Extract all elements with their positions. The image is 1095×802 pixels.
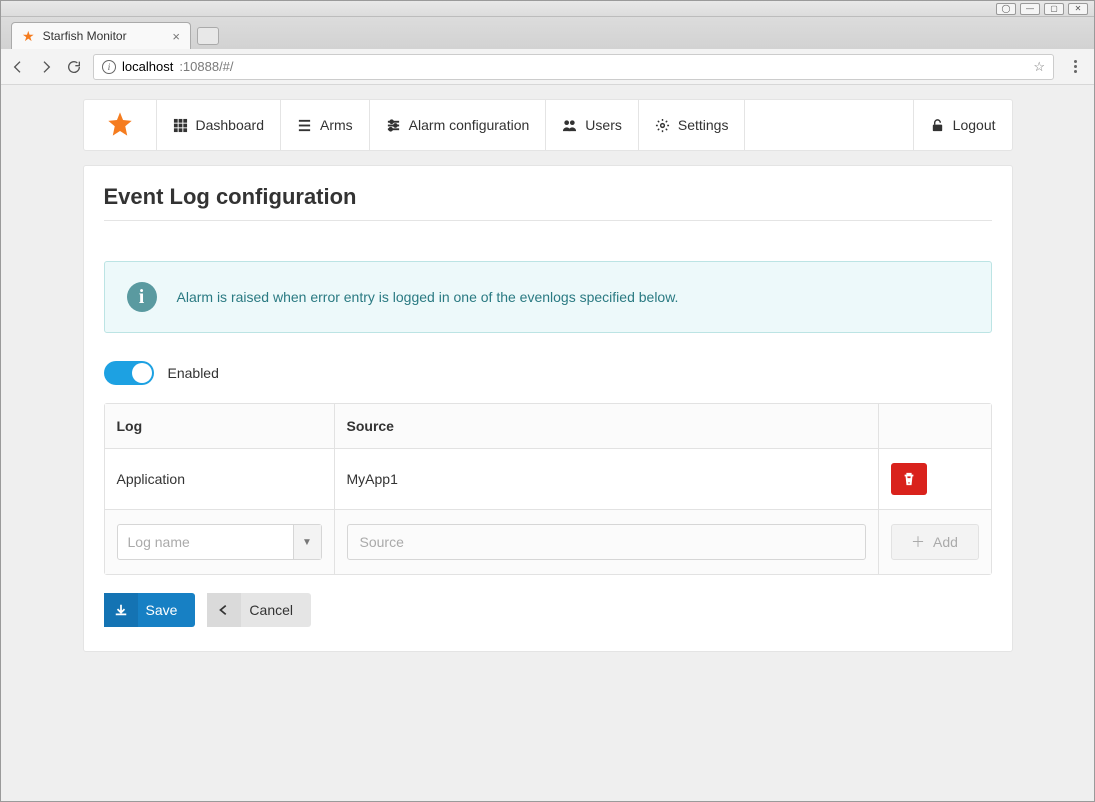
browser-menu-icon[interactable] (1064, 60, 1086, 73)
close-window-btn[interactable]: ✕ (1068, 3, 1088, 15)
add-button[interactable]: ＋ Add (891, 524, 979, 560)
nav-arms[interactable]: Arms (281, 100, 370, 150)
trash-icon (902, 472, 916, 486)
info-alert: i Alarm is raised when error entry is lo… (104, 261, 992, 333)
nav-users-label: Users (585, 117, 622, 133)
header-actions (879, 404, 991, 449)
url-rest: :10888/#/ (179, 59, 233, 74)
list-icon (297, 118, 312, 133)
users-icon (562, 118, 577, 133)
gear-icon (655, 118, 670, 133)
cancel-button-label: Cancel (241, 602, 311, 618)
info-alert-text: Alarm is raised when error entry is logg… (177, 289, 679, 305)
new-tab-button[interactable] (197, 27, 219, 45)
save-button-label: Save (138, 602, 196, 618)
back-icon[interactable] (9, 58, 27, 76)
browser-tabstrip: ★ Starfish Monitor × (1, 17, 1094, 49)
cell-log: Application (105, 449, 335, 510)
nav-settings-label: Settings (678, 117, 729, 133)
nav-dashboard[interactable]: Dashboard (157, 100, 282, 150)
source-input[interactable]: Source (347, 524, 866, 560)
info-icon: i (127, 282, 157, 312)
maximize-window-btn[interactable]: ▢ (1044, 3, 1064, 15)
save-button[interactable]: Save (104, 593, 196, 627)
chevron-down-icon: ▼ (293, 525, 321, 559)
source-placeholder: Source (360, 534, 404, 550)
star-logo-icon (106, 110, 134, 141)
download-icon (104, 593, 138, 627)
browser-tab[interactable]: ★ Starfish Monitor × (11, 22, 191, 49)
plus-icon: ＋ (911, 532, 925, 552)
nav-dashboard-label: Dashboard (196, 117, 265, 133)
header-log: Log (105, 404, 335, 449)
nav-settings[interactable]: Settings (639, 100, 746, 150)
back-arrow-icon (207, 593, 241, 627)
tab-title: Starfish Monitor (43, 29, 165, 43)
log-name-select[interactable]: Log name ▼ (117, 524, 322, 560)
browser-toolbar: i localhost :10888/#/ ☆ (1, 49, 1094, 85)
nav-alarm-config-label: Alarm configuration (409, 117, 530, 133)
forward-icon[interactable] (37, 58, 55, 76)
logs-table: Log Source Application MyApp1 (104, 403, 992, 575)
nav-users[interactable]: Users (546, 100, 639, 150)
close-tab-icon[interactable]: × (172, 29, 180, 44)
app-logo[interactable] (84, 100, 157, 150)
bookmark-star-icon[interactable]: ☆ (1033, 59, 1045, 75)
favicon-star-icon: ★ (22, 28, 35, 45)
page-title: Event Log configuration (104, 184, 992, 221)
site-info-icon[interactable]: i (102, 60, 116, 74)
cancel-button[interactable]: Cancel (207, 593, 311, 627)
table-add-row: Log name ▼ Source ＋ Add (105, 510, 991, 574)
cell-source: MyApp1 (335, 449, 879, 510)
unlock-icon (930, 118, 945, 133)
main-panel: Event Log configuration i Alarm is raise… (83, 165, 1013, 652)
add-button-label: Add (933, 534, 958, 550)
header-source: Source (335, 404, 879, 449)
user-window-btn[interactable]: ◯ (996, 3, 1016, 15)
table-header-row: Log Source (105, 404, 991, 449)
table-row: Application MyApp1 (105, 449, 991, 510)
minimize-window-btn[interactable]: — (1020, 3, 1040, 15)
enabled-toggle[interactable] (104, 361, 154, 385)
nav-logout[interactable]: Logout (913, 100, 1012, 150)
nav-alarm-config[interactable]: Alarm configuration (370, 100, 547, 150)
delete-button[interactable] (891, 463, 927, 495)
app-navbar: Dashboard Arms Alarm configuration Users… (83, 99, 1013, 151)
nav-logout-label: Logout (953, 117, 996, 133)
nav-arms-label: Arms (320, 117, 353, 133)
window-titlebar: ◯ — ▢ ✕ (1, 1, 1094, 17)
reload-icon[interactable] (65, 58, 83, 76)
grid-icon (173, 118, 188, 133)
url-host: localhost (122, 59, 173, 74)
log-name-placeholder: Log name (128, 534, 190, 550)
page-viewport: Dashboard Arms Alarm configuration Users… (1, 85, 1094, 801)
address-bar[interactable]: i localhost :10888/#/ ☆ (93, 54, 1054, 80)
enabled-label: Enabled (168, 365, 219, 381)
sliders-icon (386, 118, 401, 133)
